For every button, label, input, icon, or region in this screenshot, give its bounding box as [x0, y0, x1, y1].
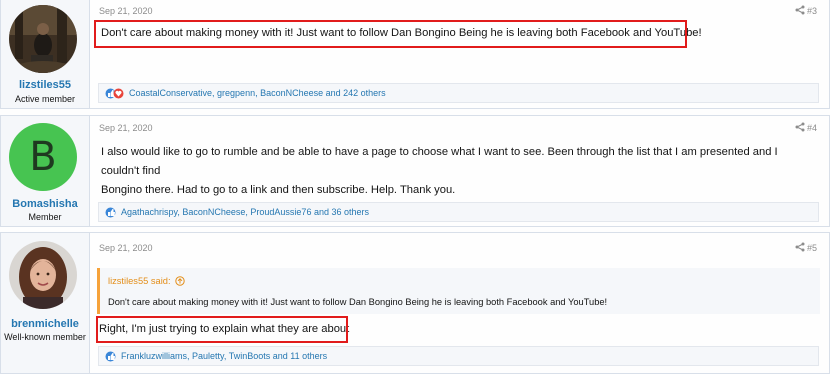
post-number[interactable]: #5	[807, 243, 817, 253]
post-meta: Sep 21, 2020 #5	[99, 242, 829, 257]
like-icon	[105, 350, 116, 368]
like-icon	[105, 87, 127, 105]
username[interactable]: brenmichelle	[1, 318, 89, 330]
quote-arrow-icon[interactable]	[175, 276, 185, 288]
post-4: B Bomashisha Member Sep 21, 2020 #4 I al…	[0, 115, 830, 227]
message-line: I also would like to go to rumble and be…	[101, 146, 778, 177]
highlight-box	[96, 316, 348, 343]
post-meta: Sep 21, 2020 #3	[99, 5, 829, 20]
post-message: I also would like to go to rumble and be…	[101, 143, 809, 200]
share-icon[interactable]	[795, 5, 805, 18]
avatar[interactable]: B	[9, 123, 77, 191]
post-3: lizstiles55 Active member Sep 21, 2020 #…	[0, 0, 830, 109]
reactions-bar[interactable]: CoastalConservative, gregpenn, BaconNChe…	[98, 83, 819, 103]
post-date[interactable]: Sep 21, 2020	[99, 243, 153, 253]
reactions-list[interactable]: CoastalConservative, gregpenn, BaconNChe…	[121, 88, 386, 98]
quote-attribution[interactable]: lizstiles55 said:	[108, 276, 185, 288]
post-number[interactable]: #4	[807, 123, 817, 133]
avatar[interactable]	[9, 241, 77, 309]
avatar[interactable]	[9, 5, 77, 73]
quote-text: Don't care about making money with it! J…	[108, 297, 608, 307]
user-title: Well-known member	[4, 332, 86, 342]
post-meta: Sep 21, 2020 #4	[99, 122, 829, 137]
avatar-letter: B	[29, 134, 57, 180]
reactions-list[interactable]: Agathachrispy, BaconNCheese, ProudAussie…	[121, 207, 369, 217]
username[interactable]: Bomashisha	[1, 198, 89, 210]
username[interactable]: lizstiles55	[1, 79, 89, 91]
share-icon[interactable]	[795, 242, 805, 255]
share-icon[interactable]	[795, 122, 805, 135]
reactions-bar[interactable]: Frankluzwilliams, Pauletty, TwinBoots an…	[98, 346, 819, 366]
quote-block: lizstiles55 said: Don't care about makin…	[97, 268, 820, 314]
user-title: Member	[28, 212, 62, 222]
post-date[interactable]: Sep 21, 2020	[99, 123, 153, 133]
user-title: Active member	[14, 94, 76, 104]
message-line: Bongino there. Had to go to a link and t…	[101, 184, 456, 196]
highlight-box	[94, 20, 687, 48]
reactions-bar[interactable]: Agathachrispy, BaconNCheese, ProudAussie…	[98, 202, 819, 222]
like-icon	[105, 206, 116, 224]
user-cell: brenmichelle Well-known member	[1, 233, 90, 373]
quote-author[interactable]: lizstiles55 said:	[108, 276, 171, 286]
post-number[interactable]: #3	[807, 6, 817, 16]
reactions-list[interactable]: Frankluzwilliams, Pauletty, TwinBoots an…	[121, 351, 327, 361]
post-date[interactable]: Sep 21, 2020	[99, 6, 153, 16]
user-cell: B Bomashisha Member	[1, 116, 90, 226]
user-cell: lizstiles55 Active member	[1, 0, 90, 108]
